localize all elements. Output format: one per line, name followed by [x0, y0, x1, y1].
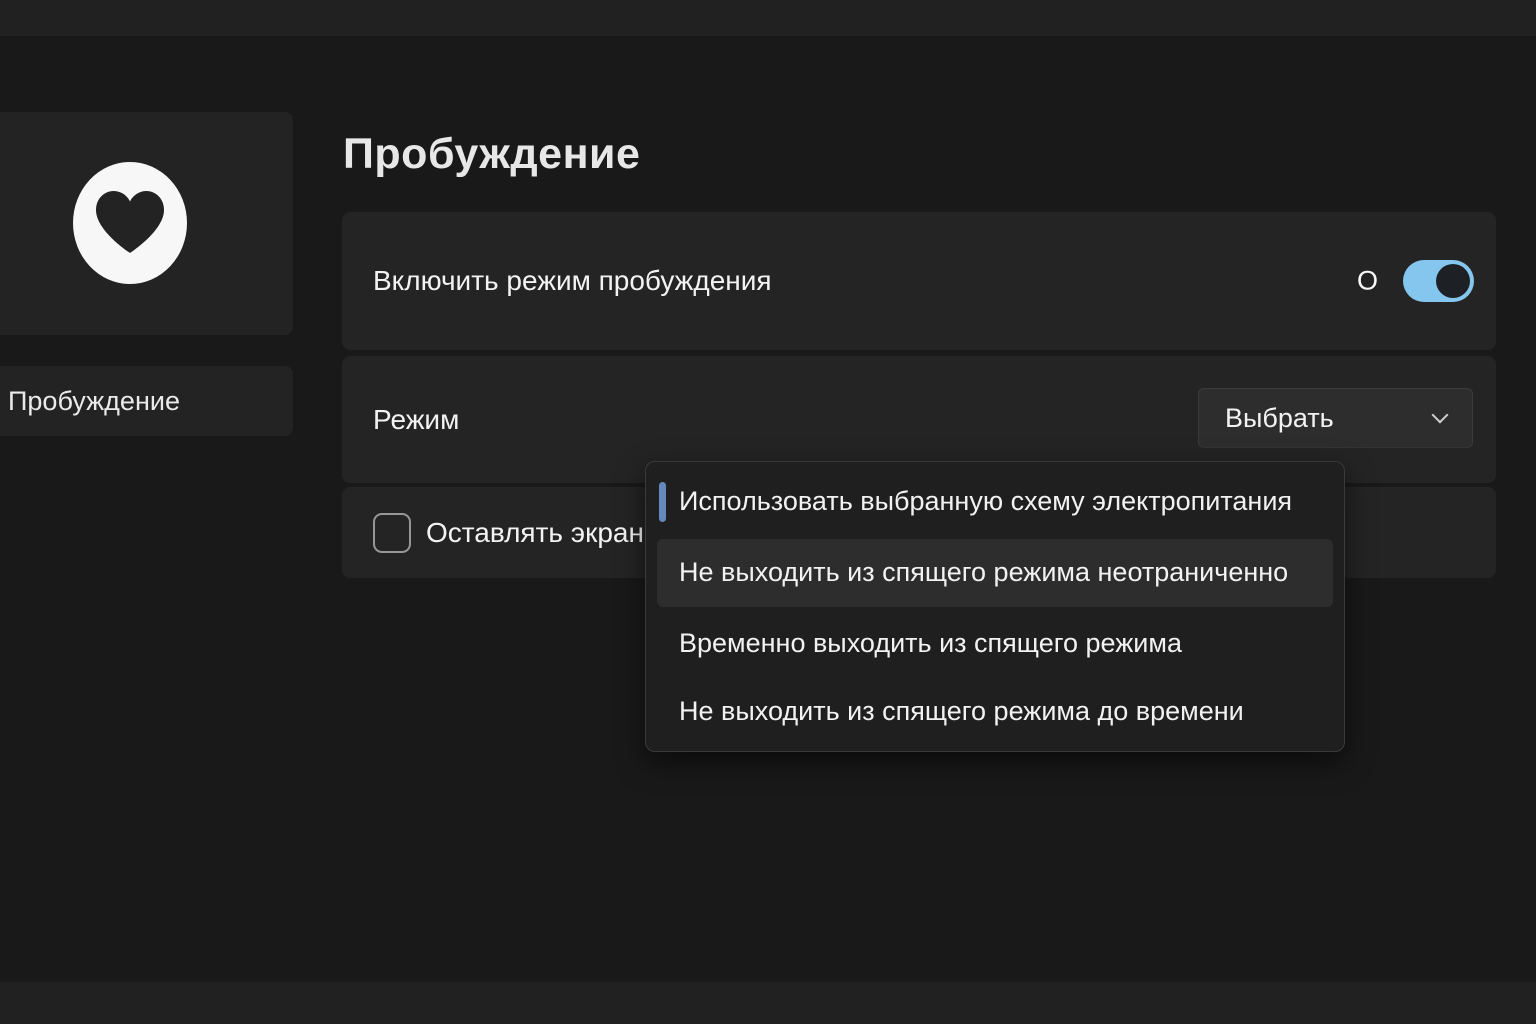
mode-dropdown-menu: Использовать выбранную схему электропита…	[645, 461, 1345, 752]
menu-item-no-wake-unlimited[interactable]: Не выходить из спящего режима неотраниче…	[657, 539, 1333, 607]
wake-mode-label: Включить режим пробуждения	[342, 265, 772, 297]
menu-item-label: Не выходить из спящего режима неотраниче…	[679, 557, 1288, 588]
menu-item-use-power-scheme[interactable]: Использовать выбранную схему электропита…	[646, 468, 1344, 536]
menu-item-temporary-wake[interactable]: Временно выходить из спящего режима	[646, 610, 1344, 678]
menu-item-label: Использовать выбранную схему электропита…	[679, 486, 1292, 517]
mode-dropdown-label: Выбрать	[1225, 403, 1334, 434]
toggle-state-text: О	[1357, 266, 1378, 297]
sidebar-item-wake[interactable]: Пробуждение	[0, 366, 293, 436]
settings-window: Пробуждение Пробуждение Включить режим п…	[0, 36, 1536, 982]
wake-mode-card: Включить режим пробуждения О	[342, 212, 1496, 350]
wake-mode-toggle[interactable]	[1403, 260, 1474, 302]
toggle-knob-icon	[1436, 264, 1470, 298]
sidebar-item-label: Пробуждение	[0, 386, 180, 417]
heart-icon	[72, 160, 188, 286]
menu-item-label: Временно выходить из спящего режима	[679, 628, 1182, 659]
selected-accent-bar	[659, 482, 666, 522]
page-title: Пробуждение	[343, 130, 640, 179]
sidebar-icon-card	[0, 112, 293, 335]
mode-dropdown-button[interactable]: Выбрать	[1198, 388, 1473, 448]
chevron-down-icon	[1432, 407, 1449, 424]
menu-item-no-wake-until-time[interactable]: Не выходить из спящего режима до времени	[646, 677, 1344, 745]
mode-label: Режим	[342, 404, 459, 436]
menu-item-label: Не выходить из спящего режима до времени	[679, 696, 1244, 727]
screen-checkbox[interactable]	[373, 513, 411, 553]
screen-label: Оставлять экран в	[411, 517, 667, 549]
